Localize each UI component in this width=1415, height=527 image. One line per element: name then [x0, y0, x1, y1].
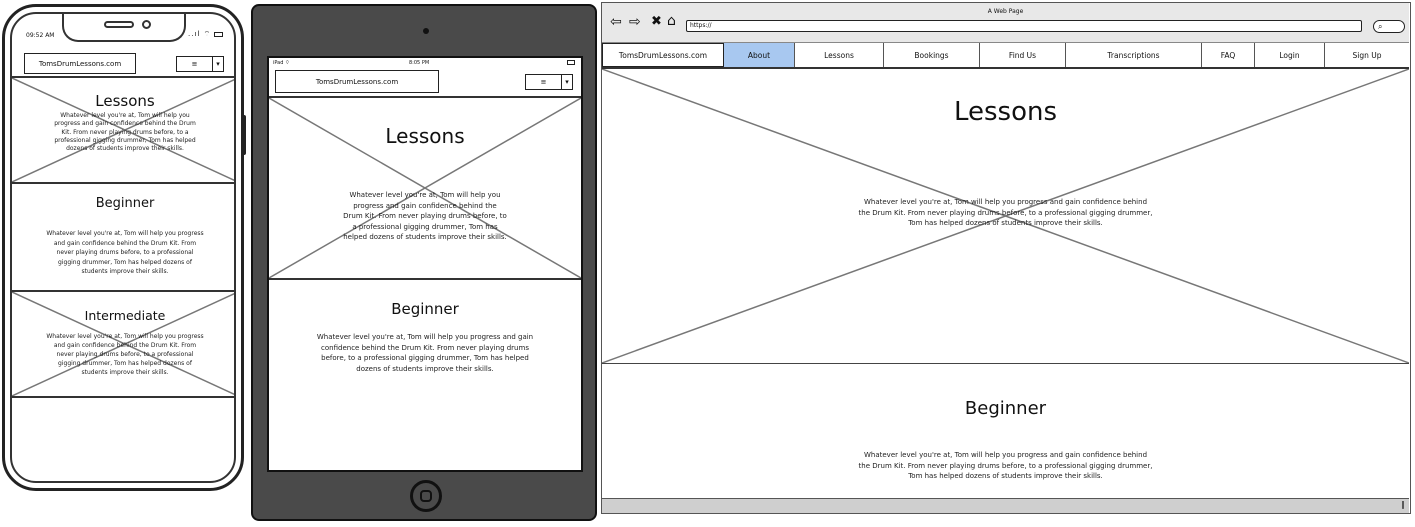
nav-login[interactable]: Login — [1255, 43, 1325, 67]
signal-icon: ..ıl — [188, 30, 201, 38]
search-field[interactable]: ⌕ — [1373, 20, 1405, 33]
tablet-carrier: iPad ⌔ — [273, 60, 290, 66]
home-button[interactable] — [410, 480, 442, 512]
url-input[interactable]: https:// — [686, 20, 1362, 32]
section-body: Whatever level you're at, Tom will help … — [54, 112, 196, 153]
hamburger-icon: ≡ — [540, 78, 547, 86]
site-nav: TomsDrumLessons.com About Lessons Bookin… — [602, 43, 1409, 69]
stop-icon[interactable]: ✖ — [651, 15, 662, 29]
wifi-icon: ⌔ — [285, 60, 290, 66]
nav-find-us[interactable]: Find Us — [980, 43, 1066, 67]
browser-lessons-section: Lessons Whatever level you're at, Tom wi… — [602, 69, 1409, 364]
hamburger-icon: ≡ — [191, 60, 198, 68]
section-title: Beginner — [95, 196, 155, 211]
back-icon[interactable]: ⇦ — [610, 15, 622, 29]
section-body: Whatever level you're at, Tom will help … — [858, 198, 1153, 227]
section-body: Whatever level you're at, Tom will help … — [343, 191, 507, 241]
chevron-down-icon: ▾ — [561, 75, 572, 89]
phone-status-icons: ..ıl ⌔ — [188, 30, 224, 39]
browser-beginner-section: Beginner Whatever level you're at, Tom w… — [602, 364, 1409, 484]
section-title: Intermediate — [84, 308, 166, 323]
phone-frame: 09:52 AM ..ıl ⌔ TomsDrumLessons.com ≡ ▾ … — [2, 4, 246, 491]
phone-menu-button[interactable]: ≡ ▾ — [176, 56, 224, 72]
home-icon[interactable]: ⌂ — [667, 14, 676, 28]
section-body: Whatever level you're at, Tom will help … — [316, 333, 534, 373]
nav-transcriptions[interactable]: Transcriptions — [1066, 43, 1202, 67]
window-title: A Web Page — [987, 8, 1024, 15]
nav-about[interactable]: About — [724, 43, 795, 67]
phone-notch — [62, 14, 186, 42]
tablet-status-bar: iPad ⌔ 8:05 PM — [269, 58, 581, 68]
tablet-beginner-section: Beginner Whatever level you're at, Tom w… — [269, 280, 581, 470]
phone-side-button — [242, 115, 246, 155]
browser-toolbar: A Web Page ⇦ ⇨ ✖ ⌂ https:// ⌕ — [602, 3, 1409, 43]
browser-window: A Web Page ⇦ ⇨ ✖ ⌂ https:// ⌕ TomsDrumLe… — [601, 2, 1411, 514]
phone-header: TomsDrumLessons.com ≡ ▾ — [12, 50, 234, 78]
home-icon — [420, 490, 432, 502]
nav-faq[interactable]: FAQ — [1202, 43, 1255, 67]
section-title: Lessons — [953, 97, 1058, 127]
section-body: Whatever level you're at, Tom will help … — [46, 333, 204, 376]
nav-logo[interactable]: TomsDrumLessons.com — [602, 43, 724, 67]
tablet-time: 8:05 PM — [409, 60, 430, 66]
nav-bookings[interactable]: Bookings — [884, 43, 980, 67]
section-title: Beginner — [964, 398, 1047, 419]
battery-icon — [567, 60, 575, 65]
nav-lessons[interactable]: Lessons — [795, 43, 884, 67]
front-camera-icon — [423, 28, 429, 34]
section-title: Beginner — [391, 300, 459, 318]
camera-icon — [142, 20, 151, 29]
resize-grip-icon[interactable]: ∥ — [1401, 500, 1405, 509]
phone-screen: 09:52 AM ..ıl ⌔ TomsDrumLessons.com ≡ ▾ … — [10, 12, 236, 483]
wifi-icon: ⌔ — [203, 30, 212, 38]
tablet-header: TomsDrumLessons.com ≡ ▾ — [269, 68, 581, 98]
chevron-down-icon: ▾ — [212, 57, 223, 71]
tablet-logo[interactable]: TomsDrumLessons.com — [275, 70, 439, 93]
phone-logo[interactable]: TomsDrumLessons.com — [24, 53, 136, 74]
speaker-icon — [104, 21, 134, 28]
search-icon: ⌕ — [1378, 22, 1383, 31]
section-title: Lessons — [95, 92, 155, 110]
battery-icon — [214, 31, 224, 37]
tablet-frame: iPad ⌔ 8:05 PM TomsDrumLessons.com ≡ ▾ L… — [251, 4, 597, 521]
tablet-screen: iPad ⌔ 8:05 PM TomsDrumLessons.com ≡ ▾ L… — [267, 56, 583, 472]
section-body: Whatever level you're at, Tom will help … — [46, 230, 204, 275]
phone-intermediate-section: Intermediate Whatever level you're at, T… — [12, 292, 234, 398]
tablet-lessons-section: Lessons Whatever level you're at, Tom wi… — [269, 98, 581, 280]
section-title: Lessons — [385, 124, 465, 148]
section-body: Whatever level you're at, Tom will help … — [858, 451, 1153, 480]
phone-time: 09:52 AM — [26, 32, 55, 39]
phone-beginner-section: Beginner Whatever level you're at, Tom w… — [12, 184, 234, 292]
phone-lessons-section: Lessons Whatever level you're at, Tom wi… — [12, 78, 234, 184]
status-bar: ∥ — [602, 498, 1409, 513]
tablet-menu-button[interactable]: ≡ ▾ — [525, 74, 573, 90]
forward-icon[interactable]: ⇨ — [629, 15, 641, 29]
nav-sign-up[interactable]: Sign Up — [1325, 43, 1409, 67]
